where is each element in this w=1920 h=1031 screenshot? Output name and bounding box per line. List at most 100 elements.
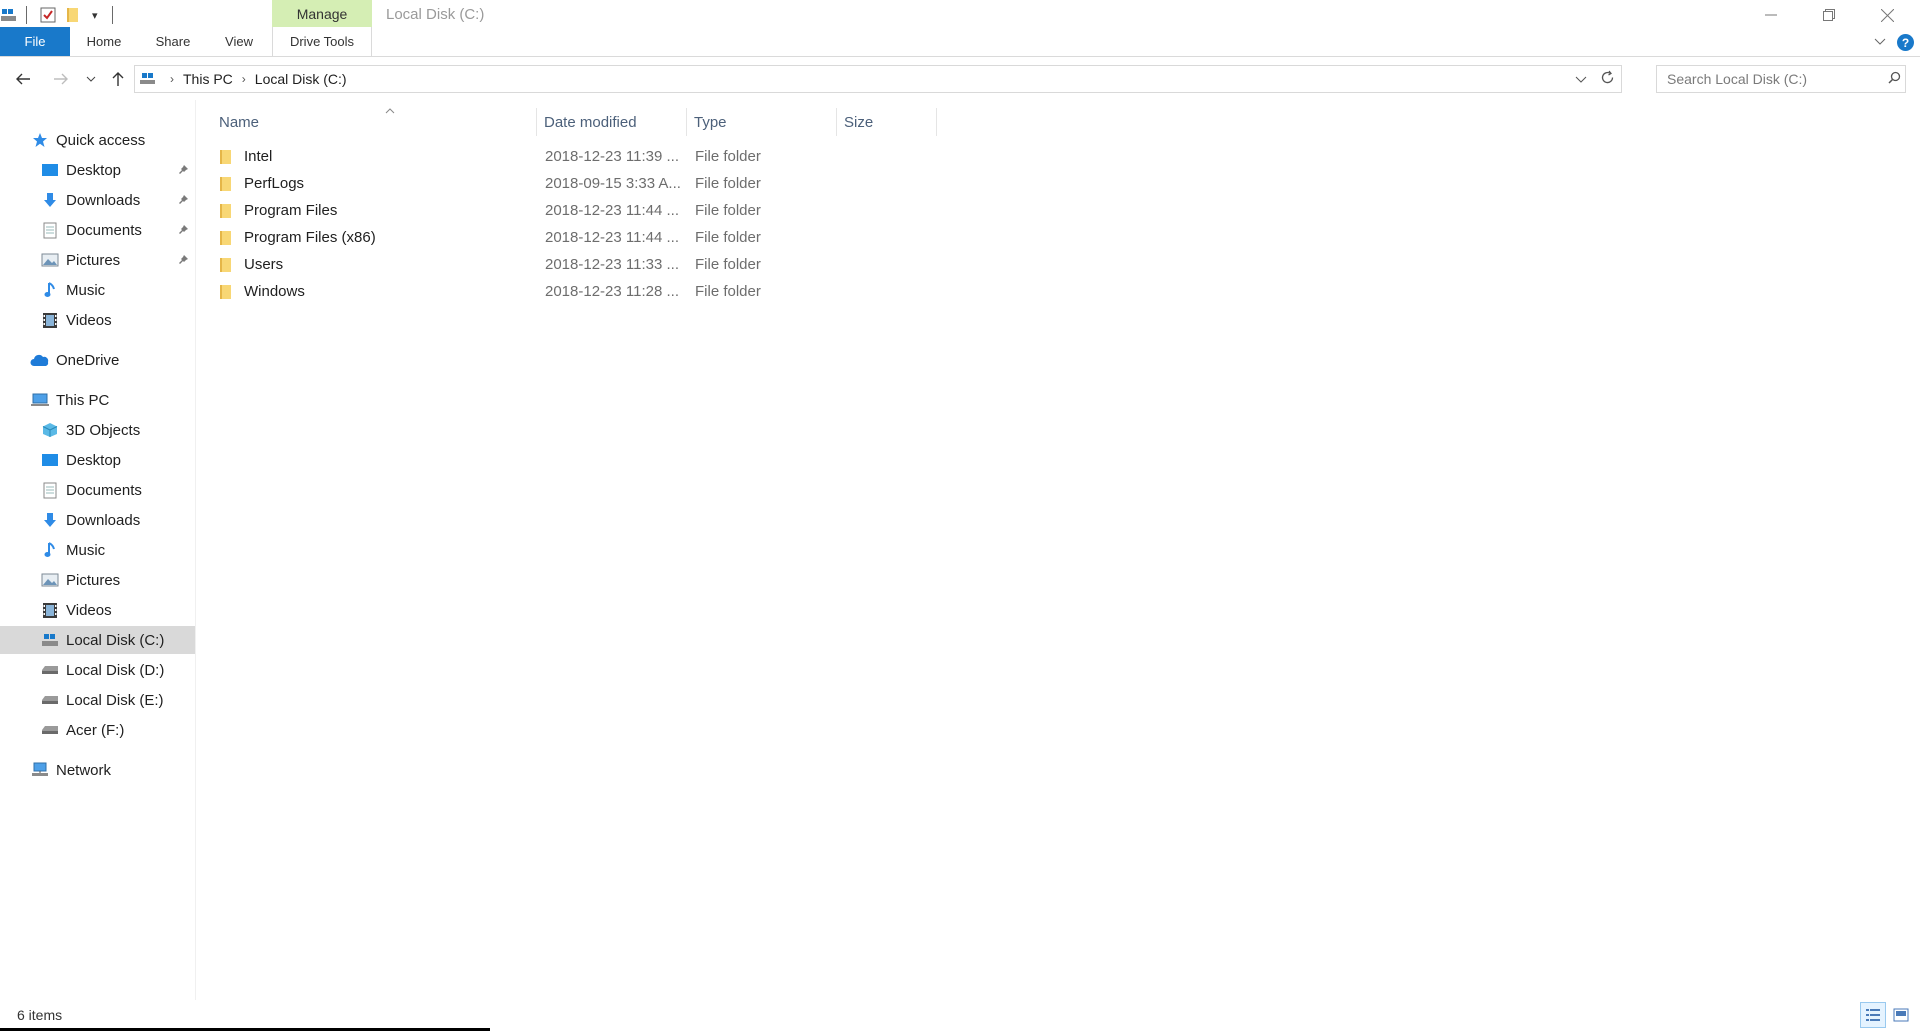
nav-pc-pictures[interactable]: Pictures	[0, 566, 195, 594]
nav-quick-music[interactable]: Music	[0, 276, 195, 304]
tab-share[interactable]: Share	[138, 27, 208, 56]
hard-drive-icon	[40, 690, 60, 710]
properties-checkbox-icon[interactable]	[40, 4, 56, 26]
breadcrumb-local-disk-c[interactable]: Local Disk (C:)	[255, 71, 347, 87]
star-icon	[30, 130, 50, 150]
music-note-icon	[40, 280, 60, 300]
table-row[interactable]: Program Files (x86) 2018-12-23 11:44 ...…	[215, 224, 787, 251]
nav-pc-videos[interactable]: Videos	[0, 596, 195, 624]
nav-pc-local-disk-d[interactable]: Local Disk (D:)	[0, 656, 195, 684]
documents-icon	[40, 480, 60, 500]
nav-quick-documents[interactable]: Documents	[0, 216, 195, 244]
minimize-icon[interactable]	[1742, 0, 1800, 30]
sort-ascending-icon	[385, 106, 395, 117]
nav-quick-desktop[interactable]: Desktop	[0, 156, 195, 184]
refresh-icon[interactable]	[1600, 70, 1615, 88]
navigation-pane: Quick access Desktop Downloads Documents	[0, 100, 196, 1000]
nav-this-pc[interactable]: This PC	[0, 386, 195, 414]
pictures-icon	[40, 250, 60, 270]
restore-icon[interactable]	[1800, 0, 1858, 30]
address-bar-controls	[1569, 66, 1621, 92]
nav-quick-downloads[interactable]: Downloads	[0, 186, 195, 214]
tab-drive-tools[interactable]: Drive Tools	[272, 27, 372, 56]
pin-icon[interactable]	[178, 223, 189, 238]
videos-film-icon	[40, 310, 60, 330]
breadcrumb-separator-icon[interactable]: ›	[170, 72, 174, 86]
table-row[interactable]: Windows 2018-12-23 11:28 ... File folder	[215, 278, 787, 305]
folder-icon	[215, 203, 235, 218]
recent-locations-chevron-icon[interactable]	[84, 67, 98, 91]
tab-file[interactable]: File	[0, 27, 70, 56]
column-header-type[interactable]: Type	[687, 108, 837, 136]
pin-icon[interactable]	[178, 253, 189, 268]
drive-icon[interactable]	[0, 4, 18, 26]
folder-icon	[215, 149, 235, 164]
ribbon-tabs: File Home Share View Drive Tools	[0, 27, 1920, 57]
customize-dropdown-icon[interactable]: ▾	[92, 4, 98, 26]
tab-view[interactable]: View	[208, 27, 270, 56]
close-icon[interactable]	[1858, 0, 1916, 30]
desktop-icon	[40, 160, 60, 180]
address-dropdown-chevron-icon[interactable]	[1575, 71, 1587, 87]
large-icons-view-icon[interactable]	[1888, 1002, 1914, 1028]
help-icon[interactable]: ?	[1897, 34, 1914, 51]
breadcrumb-separator-icon[interactable]: ›	[242, 72, 246, 86]
status-bar: 6 items	[0, 1000, 1920, 1031]
table-row[interactable]: Program Files 2018-12-23 11:44 ... File …	[215, 197, 787, 224]
hard-drive-icon	[40, 720, 60, 740]
3d-objects-cube-icon	[40, 420, 60, 440]
table-row[interactable]: Intel 2018-12-23 11:39 ... File folder	[215, 143, 787, 170]
manage-context-tab[interactable]: Manage	[272, 0, 372, 27]
forward-arrow-icon[interactable]	[50, 67, 72, 91]
table-row[interactable]: PerfLogs 2018-09-15 3:33 A... File folde…	[215, 170, 787, 197]
title-bar: ▾ Manage Local Disk (C:)	[0, 0, 1920, 30]
nav-pc-documents[interactable]: Documents	[0, 476, 195, 504]
nav-onedrive[interactable]: OneDrive	[0, 346, 195, 374]
music-note-icon	[40, 540, 60, 560]
folder-icon	[215, 257, 235, 272]
computer-icon	[30, 390, 50, 410]
new-folder-icon[interactable]	[66, 4, 80, 26]
download-arrow-icon	[40, 510, 60, 530]
column-header-name[interactable]: Name	[212, 108, 537, 136]
folder-icon	[215, 284, 235, 299]
details-view-icon[interactable]	[1860, 1002, 1886, 1028]
nav-quick-pictures[interactable]: Pictures	[0, 246, 195, 274]
nav-pc-desktop[interactable]: Desktop	[0, 446, 195, 474]
pictures-icon	[40, 570, 60, 590]
nav-pc-3d-objects[interactable]: 3D Objects	[0, 416, 195, 444]
download-arrow-icon	[40, 190, 60, 210]
nav-quick-videos[interactable]: Videos	[0, 306, 195, 334]
nav-network[interactable]: Network	[0, 756, 195, 784]
window-title: Local Disk (C:)	[386, 6, 485, 23]
pin-icon[interactable]	[178, 163, 189, 178]
file-list: Name Date modified Type Size Intel 2018-…	[197, 100, 1920, 1000]
column-header-size[interactable]: Size	[837, 108, 937, 136]
qat-separator	[112, 6, 113, 24]
expand-ribbon-chevron-icon[interactable]	[1874, 34, 1886, 50]
breadcrumb-this-pc[interactable]: This PC	[183, 71, 233, 87]
search-icon[interactable]	[1883, 71, 1905, 87]
address-bar[interactable]: › This PC › Local Disk (C:)	[134, 65, 1622, 93]
documents-icon	[40, 220, 60, 240]
pin-icon[interactable]	[178, 193, 189, 208]
nav-quick-access[interactable]: Quick access	[0, 126, 195, 154]
videos-film-icon	[40, 600, 60, 620]
folder-icon	[215, 176, 235, 191]
desktop-icon	[40, 450, 60, 470]
nav-pc-local-disk-c[interactable]: Local Disk (C:)	[0, 626, 195, 654]
back-arrow-icon[interactable]	[12, 67, 34, 91]
search-input[interactable]	[1665, 70, 1883, 88]
hard-drive-icon	[40, 660, 60, 680]
up-arrow-icon[interactable]	[107, 67, 129, 91]
nav-pc-acer-f[interactable]: Acer (F:)	[0, 716, 195, 744]
nav-pc-local-disk-e[interactable]: Local Disk (E:)	[0, 686, 195, 714]
network-icon	[30, 760, 50, 780]
folder-icon	[215, 230, 235, 245]
tab-home[interactable]: Home	[70, 27, 138, 56]
table-row[interactable]: Users 2018-12-23 11:33 ... File folder	[215, 251, 787, 278]
nav-pc-downloads[interactable]: Downloads	[0, 506, 195, 534]
item-count: 6 items	[17, 1007, 63, 1023]
nav-pc-music[interactable]: Music	[0, 536, 195, 564]
column-header-date-modified[interactable]: Date modified	[537, 108, 687, 136]
